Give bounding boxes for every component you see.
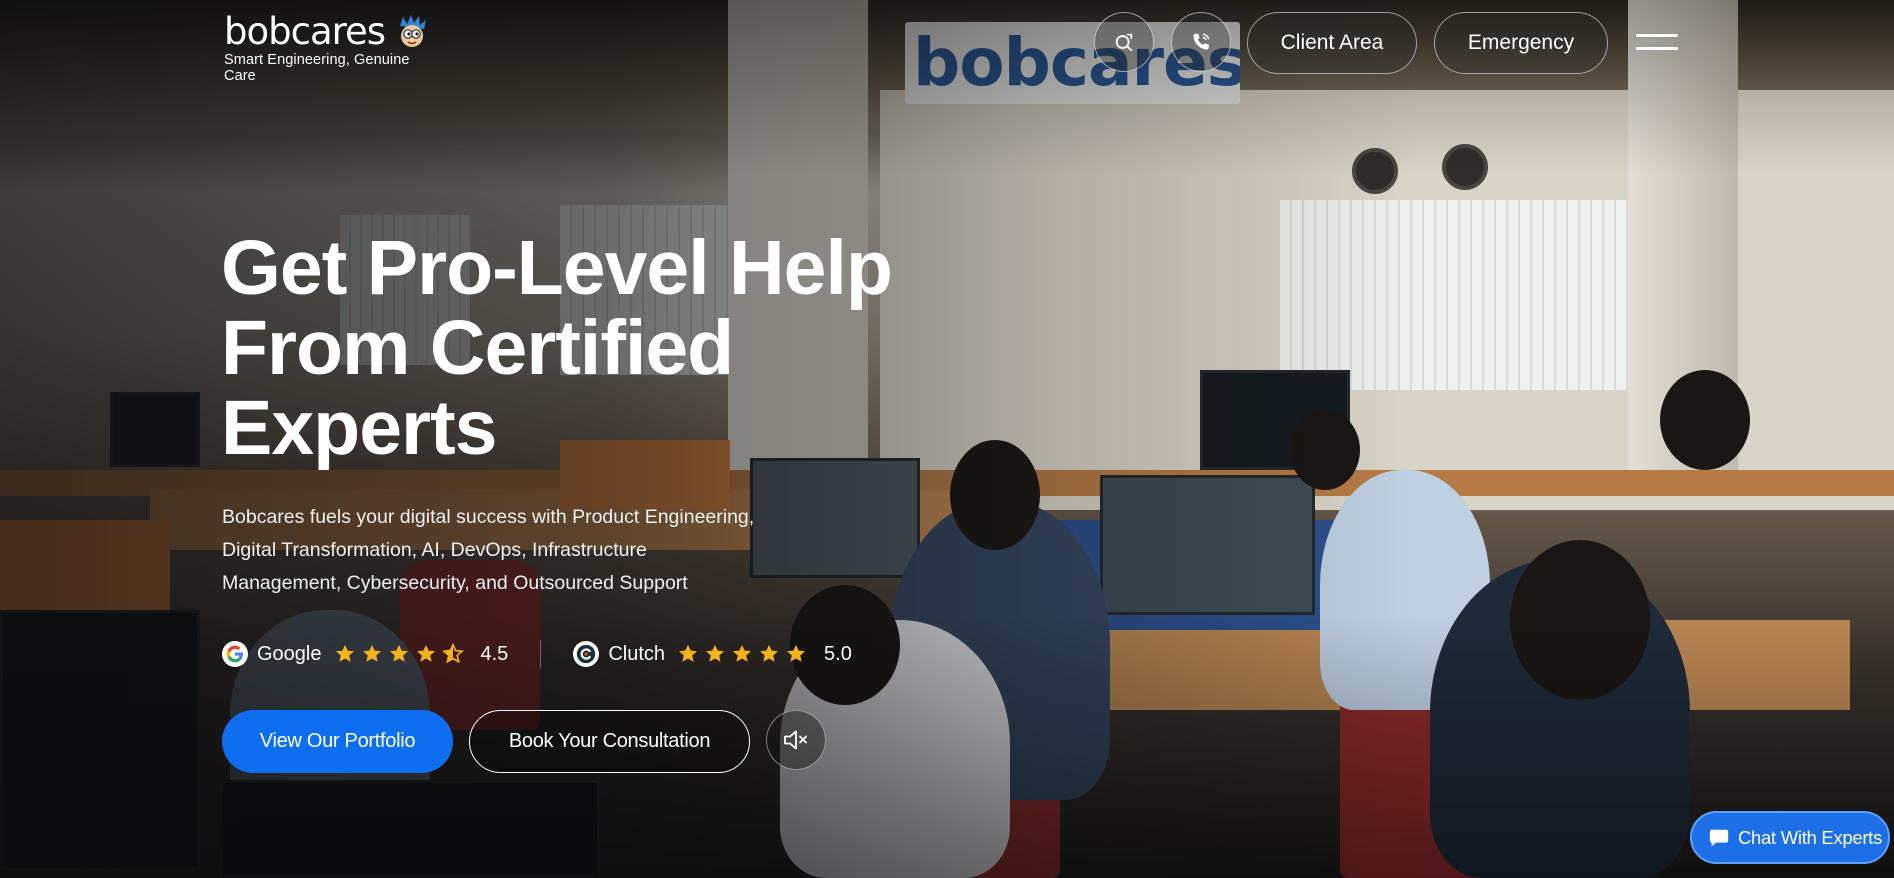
clutch-logo-icon [573,641,600,667]
hero-description-line: Bobcares fuels your digital success with… [222,506,755,528]
star-icon [416,644,435,662]
rating-source-name: Google [257,642,322,665]
chat-label: Chat With Experts [1738,826,1882,848]
hero-title-line: Get Pro-Level Help [221,225,893,311]
menu-line [1636,34,1678,37]
emergency-button[interactable]: Emergency [1434,12,1608,74]
volume-mute-icon [784,730,807,750]
star-icon [335,644,354,662]
star-rating [334,643,469,665]
brand-tagline: Smart Engineering, Genuine Care [224,52,410,84]
search-icon [1115,33,1133,52]
chat-with-experts-button[interactable]: Chat With Experts [1690,811,1890,864]
phone-icon [1193,33,1210,50]
search-button[interactable] [1094,12,1154,72]
rating-score: 5.0 [824,642,852,665]
star-icon [362,644,381,662]
hero-title-line: Experts [221,385,497,471]
star-icon [760,644,778,662]
rating-divider [540,640,542,668]
star-icon [389,644,408,662]
client-area-button[interactable]: Client Area [1247,12,1417,74]
ratings-bar: Google 4.5 Clutch 5.0 [222,639,852,669]
hero-description-line: Digital Transformation, AI, DevOps, Infr… [222,539,647,561]
rating-score: 4.5 [480,642,509,665]
view-portfolio-button[interactable]: View Our Portfolio [222,710,453,773]
hero-title: Get Pro-Level Help From Certified Expert… [221,228,921,468]
half-star-icon [441,643,464,664]
mute-toggle-button[interactable] [766,710,826,770]
phone-button[interactable] [1171,12,1231,72]
book-consultation-button[interactable]: Book Your Consultation [469,710,750,773]
clutch-rating[interactable]: Clutch 5.0 [573,639,852,669]
rating-source-name: Clutch [608,642,666,665]
google-rating[interactable]: Google 4.5 [222,639,508,669]
hamburger-menu-icon[interactable] [1636,30,1680,56]
star-icon [679,644,697,662]
star-icon [733,644,751,662]
google-logo-icon [222,641,248,667]
star-icon [787,644,805,662]
hero-title-line: From Certified [221,305,734,391]
brand-logo[interactable]: bobcares Smart Engineering, Genuine Care [224,12,434,84]
star-rating [677,643,812,665]
hero-description-line: Management, Cybersecurity, and Outsource… [222,572,688,594]
star-icon [706,644,724,662]
mascot-icon [400,15,426,47]
hero-description: Bobcares fuels your digital success with… [222,501,842,600]
menu-line [1636,47,1678,50]
chat-bubble-icon [1709,829,1729,846]
